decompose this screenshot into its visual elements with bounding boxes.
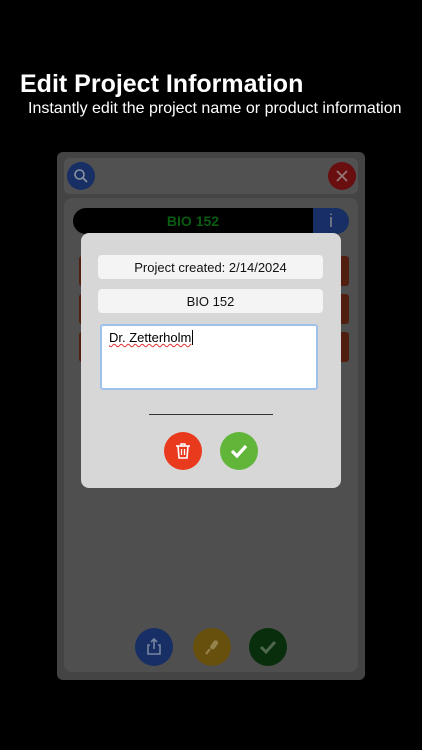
- divider-line: [149, 414, 273, 415]
- save-button[interactable]: [220, 432, 258, 470]
- marketing-headline: Edit Project Information: [20, 70, 304, 98]
- marketing-subtitle: Instantly edit the project name or produ…: [28, 100, 402, 117]
- delete-button[interactable]: [164, 432, 202, 470]
- text-cursor: [192, 330, 194, 345]
- project-created-label: Project created: 2/14/2024: [98, 255, 323, 279]
- notes-text: Dr. Zetterholm: [109, 330, 192, 345]
- project-notes-field[interactable]: Dr. Zetterholm: [100, 324, 318, 390]
- project-name-field[interactable]: BIO 152: [98, 289, 323, 313]
- checkmark-icon: [230, 444, 248, 459]
- edit-project-dialog: Project created: 2/14/2024 BIO 152 Dr. Z…: [81, 233, 341, 488]
- trash-icon: [176, 443, 190, 459]
